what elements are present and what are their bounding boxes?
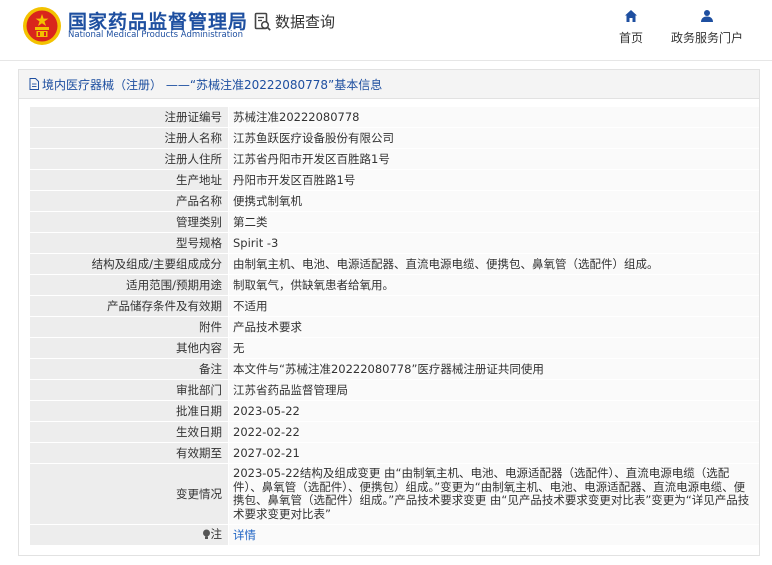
table-row: 审批部门 江苏省药品监督管理局 (30, 379, 759, 401)
table-row: 注册人名称 江苏鱼跃医疗设备股份有限公司 (30, 127, 759, 149)
row-value: 不适用 (228, 295, 759, 317)
row-value: 苏械注准20222080778 (228, 107, 759, 128)
row-label: 管理类别 (30, 211, 229, 233)
home-icon (625, 10, 637, 22)
row-label: 型号规格 (30, 232, 229, 254)
table-row: 其他内容无 (30, 337, 759, 359)
document-icon (29, 78, 39, 90)
row-value: 制取氧气，供缺氧患者给氧用。 (228, 274, 759, 296)
nav-service-portal-label: 政务服务门户 (670, 31, 743, 45)
row-value: 江苏鱼跃医疗设备股份有限公司 (228, 127, 759, 149)
data-query-link[interactable]: 数据查询 (254, 11, 335, 32)
row-value: 2023-05-22结构及组成变更 由“由制氧主机、电池、电源适配器（选配件）、… (228, 463, 759, 525)
row-value: 第二类 (228, 211, 759, 233)
panel-title: 境内医疗器械（注册） ——“苏械注准20222080778”基本信息 (19, 70, 759, 99)
row-value: 产品技术要求 (228, 316, 759, 338)
row-label: 其他内容 (30, 337, 229, 359)
nav-home-label: 首页 (618, 31, 643, 45)
row-value: 便携式制氧机 (228, 190, 759, 212)
row-label: 审批部门 (30, 379, 229, 401)
national-emblem-icon (23, 7, 61, 45)
table-row: 附件 产品技术要求 (30, 316, 759, 338)
details-link[interactable]: 详情 (233, 528, 256, 542)
row-label: 产品储存条件及有效期 (30, 295, 229, 317)
row-label: 变更情况 (30, 463, 229, 525)
table-row: 备注 本文件与“苏械注准20222080778”医疗器械注册证共同使用 (30, 358, 759, 380)
info-table: 注册证编号 苏械注准20222080778 注册人名称 江苏鱼跃医疗设备股份有限公司… (30, 107, 759, 546)
row-label: 注册人名称 (30, 127, 229, 149)
table-row: 适用范围/预期用途 制取氧气，供缺氧患者给氧用。 (30, 274, 759, 296)
nav-home[interactable]: 首页 (614, 8, 648, 46)
info-bulb-icon (202, 529, 210, 539)
row-value: 无 (228, 337, 759, 359)
note-row-label: 注 (30, 524, 229, 546)
site-subtitle: National Medical Products Administration (68, 30, 243, 40)
row-label: 适用范围/预期用途 (30, 274, 229, 296)
row-label: 生产地址 (30, 169, 229, 191)
table-row: 型号规格 Spirit -3 (30, 232, 759, 254)
table-row: 变更情况 2023-05-22结构及组成变更 由“由制氧主机、电池、电源适配器（选… (30, 463, 759, 525)
table-row: 注 详情 (30, 524, 759, 546)
row-value: 2022-02-22 (228, 421, 759, 443)
device-info-panel: 境内医疗器械（注册） ——“苏械注准20222080778”基本信息 注册证编号… (18, 69, 760, 556)
row-value: 江苏省丹阳市开发区百胜路1号 (228, 148, 759, 170)
row-value: 由制氧主机、电池、电源适配器、直流电源电缆、便携包、鼻氧管（选配件）组成。 (228, 253, 759, 275)
note-row-value: 详情 (228, 524, 759, 546)
note-label: 注 (210, 527, 223, 542)
row-value: 本文件与“苏械注准20222080778”医疗器械注册证共同使用 (228, 358, 759, 380)
table-row: 注册人住所 江苏省丹阳市开发区百胜路1号 (30, 148, 759, 170)
data-query-label: 数据查询 (275, 13, 336, 31)
table-row: 结构及组成/主要组成成分 由制氧主机、电池、电源适配器、直流电源电缆、便携包、鼻氧… (30, 253, 759, 275)
document-search-icon (254, 12, 271, 31)
row-label: 注册人住所 (30, 148, 229, 170)
site-header: 国家药品监督管理局 National Medical Products Admi… (0, 0, 772, 61)
table-row: 产品储存条件及有效期 不适用 (30, 295, 759, 317)
table-row: 注册证编号 苏械注准20222080778 (30, 107, 759, 128)
row-label: 批准日期 (30, 400, 229, 422)
table-row: 生效日期 2022-02-22 (30, 421, 759, 443)
row-value: 江苏省药品监督管理局 (228, 379, 759, 401)
row-label: 结构及组成/主要组成成分 (30, 253, 229, 275)
nav-service-portal[interactable]: 政务服务门户 (668, 8, 746, 46)
table-row: 产品名称 便携式制氧机 (30, 190, 759, 212)
row-label: 备注 (30, 358, 229, 380)
row-label: 注册证编号 (30, 107, 229, 128)
row-label: 附件 (30, 316, 229, 338)
row-label: 产品名称 (30, 190, 229, 212)
row-value: 2027-02-21 (228, 442, 759, 464)
table-row: 管理类别 第二类 (30, 211, 759, 233)
user-icon (701, 10, 713, 22)
table-row: 有效期至 2027-02-21 (30, 442, 759, 464)
table-row: 生产地址 丹阳市开发区百胜路1号 (30, 169, 759, 191)
panel-title-text: 境内医疗器械（注册） ——“苏械注准20222080778”基本信息 (42, 77, 383, 92)
row-label: 有效期至 (30, 442, 229, 464)
table-row: 批准日期 2023-05-22 (30, 400, 759, 422)
row-label: 生效日期 (30, 421, 229, 443)
row-value: Spirit -3 (228, 232, 759, 254)
row-value: 丹阳市开发区百胜路1号 (228, 169, 759, 191)
row-value: 2023-05-22 (228, 400, 759, 422)
